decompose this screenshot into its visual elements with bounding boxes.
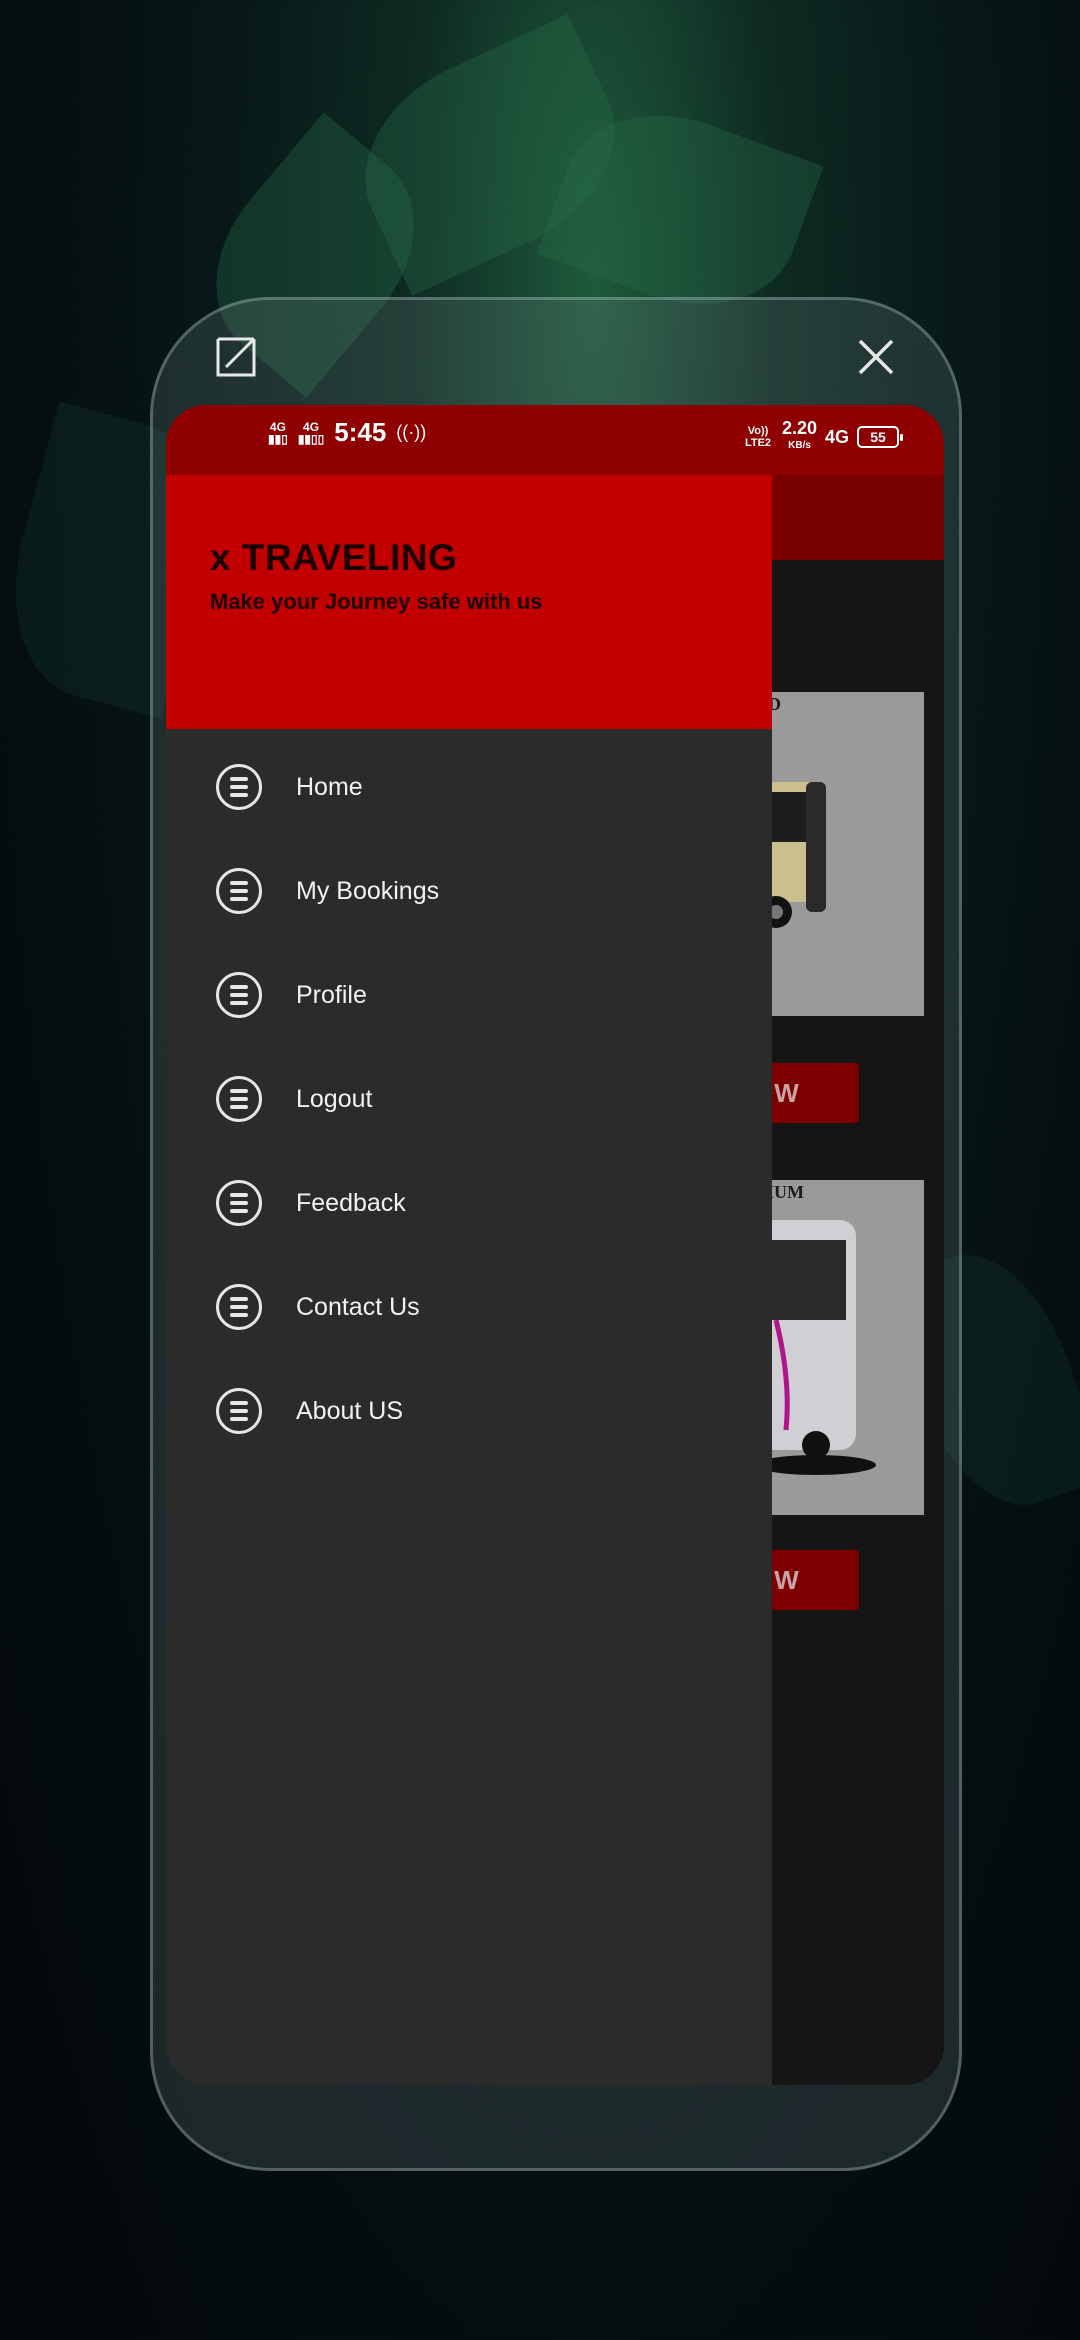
menu-item-label: Profile [296, 980, 367, 1009]
bus-card[interactable]: NIUM [746, 1180, 924, 1515]
sim2-signal: 4G ▮▮▯▯ [297, 419, 325, 446]
menu-circle-icon [216, 868, 262, 914]
menu-item-label: Home [296, 772, 363, 801]
menu-item-label: Feedback [296, 1188, 406, 1217]
close-window-icon[interactable] [854, 335, 898, 379]
navigation-drawer: x TRAVELING Make your Journey safe with … [166, 405, 772, 2085]
menu-item-home[interactable]: Home [166, 735, 772, 839]
menu-circle-icon [216, 1388, 262, 1434]
menu-item-label: Logout [296, 1084, 373, 1113]
menu-item-label: About US [296, 1396, 404, 1425]
sim1-signal: 4G ▮▮▯ [268, 419, 288, 446]
status-bar: 4G ▮▮▯ 4G ▮▮▯▯ 5:45 ((·)) Vo)) LTE2 2.20 KB… [166, 405, 944, 475]
network-type: 4G [825, 427, 850, 447]
status-time: 5:45 [334, 417, 387, 447]
battery-icon: 55 [857, 426, 904, 448]
menu-item-feedback[interactable]: Feedback [166, 1151, 772, 1255]
drawer-title: x TRAVELING [210, 537, 458, 578]
volte-indicator: Vo)) LTE2 [744, 425, 772, 449]
menu-item-about-us[interactable]: About US [166, 1359, 772, 1463]
menu-circle-icon [216, 972, 262, 1018]
menu-circle-icon [216, 1284, 262, 1330]
drawer-menu: Home My Bookings Profile Logout Feedback… [166, 735, 772, 1463]
hotspot-icon: ((·)) [396, 422, 427, 442]
menu-item-contact-us[interactable]: Contact Us [166, 1255, 772, 1359]
menu-item-profile[interactable]: Profile [166, 943, 772, 1047]
menu-item-logout[interactable]: Logout [166, 1047, 772, 1151]
menu-circle-icon [216, 1076, 262, 1122]
menu-item-label: My Bookings [296, 876, 440, 905]
menu-circle-icon [216, 764, 262, 810]
menu-item-label: Contact Us [296, 1292, 420, 1321]
network-speed: 2.20 KB/s [782, 418, 818, 451]
drawer-header: x TRAVELING Make your Journey safe with … [166, 475, 772, 729]
bus-card[interactable]: OD [746, 692, 924, 1016]
app-screen: OD OW NIUM OW x TRAVELING Make your Jour… [166, 405, 944, 2085]
expand-window-icon[interactable] [214, 335, 258, 379]
menu-item-my-bookings[interactable]: My Bookings [166, 839, 772, 943]
menu-circle-icon [216, 1180, 262, 1226]
drawer-subtitle: Make your Journey safe with us [210, 589, 543, 614]
